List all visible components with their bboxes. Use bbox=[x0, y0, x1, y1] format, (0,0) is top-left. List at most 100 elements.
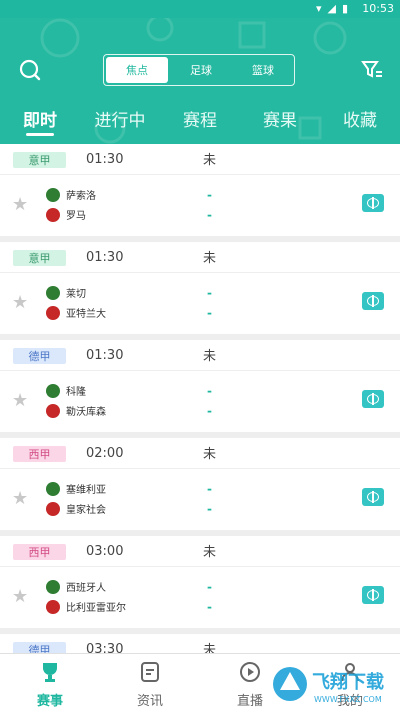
match-time: 03:00 bbox=[86, 544, 124, 559]
match-header: 西甲 02:00 未 bbox=[0, 438, 400, 469]
match-card[interactable]: 意甲 01:30 未 ★ 莱切 - 亚特兰大 - bbox=[0, 242, 400, 334]
match-card[interactable]: 德甲 03:30 未 bbox=[0, 634, 400, 653]
league-badge: 德甲 bbox=[13, 642, 66, 653]
team-name: 科隆 bbox=[66, 387, 86, 398]
league-badge: 德甲 bbox=[13, 348, 66, 364]
watermark-logo: 飞翔下载 WWW.FXXZ.COM bbox=[273, 667, 384, 704]
team-logo-icon bbox=[46, 187, 60, 202]
match-status: 未 bbox=[203, 447, 217, 462]
filter-icon[interactable] bbox=[360, 58, 384, 82]
home-score: - bbox=[207, 286, 212, 300]
away-team: 罗马 bbox=[46, 207, 86, 222]
home-team: 科隆 bbox=[46, 383, 86, 398]
away-team: 比利亚雷亚尔 bbox=[46, 599, 126, 614]
team-name: 亚特兰大 bbox=[66, 309, 106, 320]
away-score: - bbox=[207, 208, 212, 222]
status-icons: ▾ ◢ ▮ bbox=[316, 2, 348, 15]
team-logo-icon bbox=[46, 481, 60, 496]
league-badge: 意甲 bbox=[13, 152, 66, 168]
live-stream-icon[interactable] bbox=[362, 488, 384, 506]
live-stream-icon[interactable] bbox=[362, 586, 384, 604]
match-time: 02:00 bbox=[86, 446, 124, 461]
match-card[interactable]: 西甲 03:00 未 ★ 西班牙人 - 比利亚雷亚尔 - bbox=[0, 536, 400, 628]
nav-live-label: 直播 bbox=[236, 694, 263, 709]
sport-segmented-control: 焦点 足球 篮球 bbox=[103, 54, 295, 86]
trophy-icon bbox=[43, 663, 57, 682]
league-badge: 意甲 bbox=[13, 250, 66, 266]
tab-in-progress[interactable]: 进行中 bbox=[80, 106, 160, 142]
match-status: 未 bbox=[203, 349, 217, 364]
svg-text:WWW.FXXZ.COM: WWW.FXXZ.COM bbox=[314, 695, 382, 704]
live-stream-icon[interactable] bbox=[362, 292, 384, 310]
svg-text:飞翔下载: 飞翔下载 bbox=[312, 671, 384, 693]
match-time: 03:30 bbox=[86, 642, 124, 653]
home-team: 莱切 bbox=[46, 285, 86, 300]
nav-events[interactable]: 赛事 bbox=[0, 654, 100, 713]
tab-live-label: 即时 bbox=[23, 111, 57, 131]
segment-football[interactable]: 足球 bbox=[170, 55, 232, 85]
home-team: 萨索洛 bbox=[46, 187, 96, 202]
live-stream-icon[interactable] bbox=[362, 194, 384, 212]
tab-results-label: 赛果 bbox=[263, 111, 297, 131]
favorite-star-icon[interactable]: ★ bbox=[12, 588, 30, 606]
tab-schedule[interactable]: 赛程 bbox=[160, 106, 240, 142]
match-card[interactable]: 西甲 02:00 未 ★ 塞维利亚 - 皇家社会 - bbox=[0, 438, 400, 530]
team-logo-icon bbox=[46, 579, 60, 594]
team-logo-icon bbox=[46, 383, 60, 398]
tab-live[interactable]: 即时 bbox=[0, 106, 80, 142]
status-time: 10:53 bbox=[362, 2, 394, 15]
match-status: 未 bbox=[203, 545, 217, 560]
match-card[interactable]: 德甲 01:30 未 ★ 科隆 - 勒沃库森 - bbox=[0, 340, 400, 432]
team-name: 莱切 bbox=[66, 289, 86, 300]
match-header: 德甲 01:30 未 bbox=[0, 340, 400, 371]
team-name: 西班牙人 bbox=[66, 583, 106, 594]
search-icon[interactable] bbox=[18, 58, 42, 82]
match-header: 意甲 01:30 未 bbox=[0, 242, 400, 273]
away-team: 亚特兰大 bbox=[46, 305, 106, 320]
status-bar: ▾ ◢ ▮ 10:53 bbox=[0, 0, 400, 18]
favorite-star-icon[interactable]: ★ bbox=[12, 294, 30, 312]
match-time: 01:30 bbox=[86, 152, 124, 167]
nav-events-label: 赛事 bbox=[36, 694, 63, 709]
team-logo-icon bbox=[46, 285, 60, 300]
match-header: 德甲 03:30 未 bbox=[0, 634, 400, 653]
match-time: 01:30 bbox=[86, 250, 124, 265]
team-logo-icon bbox=[46, 403, 60, 418]
favorite-star-icon[interactable]: ★ bbox=[12, 196, 30, 214]
battery-icon: ▮ bbox=[341, 2, 348, 15]
segment-focus[interactable]: 焦点 bbox=[106, 57, 168, 83]
tab-favorites-label: 收藏 bbox=[343, 111, 377, 131]
team-name: 罗马 bbox=[66, 211, 86, 222]
live-stream-icon[interactable] bbox=[362, 390, 384, 408]
segment-basketball[interactable]: 篮球 bbox=[232, 55, 294, 85]
league-badge: 西甲 bbox=[13, 446, 66, 462]
team-name: 比利亚雷亚尔 bbox=[66, 603, 126, 614]
away-score: - bbox=[207, 306, 212, 320]
match-header: 意甲 01:30 未 bbox=[0, 144, 400, 175]
nav-news[interactable]: 资讯 bbox=[100, 654, 200, 713]
team-logo-icon bbox=[46, 207, 60, 222]
nav-news-label: 资讯 bbox=[136, 694, 163, 709]
match-header: 西甲 03:00 未 bbox=[0, 536, 400, 567]
tab-underline bbox=[26, 133, 54, 136]
signal-icon: ◢ bbox=[327, 2, 336, 15]
match-list: 意甲 01:30 未 ★ 萨索洛 - 罗马 - 意甲 01:30 未 ★ 莱切 - 亚特兰大 - 德甲 01:30… bbox=[0, 144, 400, 653]
news-icon bbox=[141, 662, 159, 682]
match-time: 01:30 bbox=[86, 348, 124, 363]
team-name: 勒沃库森 bbox=[66, 407, 106, 418]
tab-results[interactable]: 赛果 bbox=[240, 106, 320, 142]
tab-schedule-label: 赛程 bbox=[183, 111, 217, 131]
favorite-star-icon[interactable]: ★ bbox=[12, 490, 30, 508]
home-score: - bbox=[207, 580, 212, 594]
tab-favorites[interactable]: 收藏 bbox=[320, 106, 400, 142]
league-badge: 西甲 bbox=[13, 544, 66, 560]
team-name: 塞维利亚 bbox=[66, 485, 106, 496]
team-name: 萨索洛 bbox=[66, 191, 96, 202]
header: 焦点 足球 篮球 即时 进行中 赛程 赛果 收藏 bbox=[0, 18, 400, 144]
away-team: 勒沃库森 bbox=[46, 403, 106, 418]
team-name: 皇家社会 bbox=[66, 505, 106, 516]
match-card[interactable]: 意甲 01:30 未 ★ 萨索洛 - 罗马 - bbox=[0, 144, 400, 236]
away-score: - bbox=[207, 404, 212, 418]
tab-bar: 即时 进行中 赛程 赛果 收藏 bbox=[0, 106, 400, 142]
favorite-star-icon[interactable]: ★ bbox=[12, 392, 30, 410]
